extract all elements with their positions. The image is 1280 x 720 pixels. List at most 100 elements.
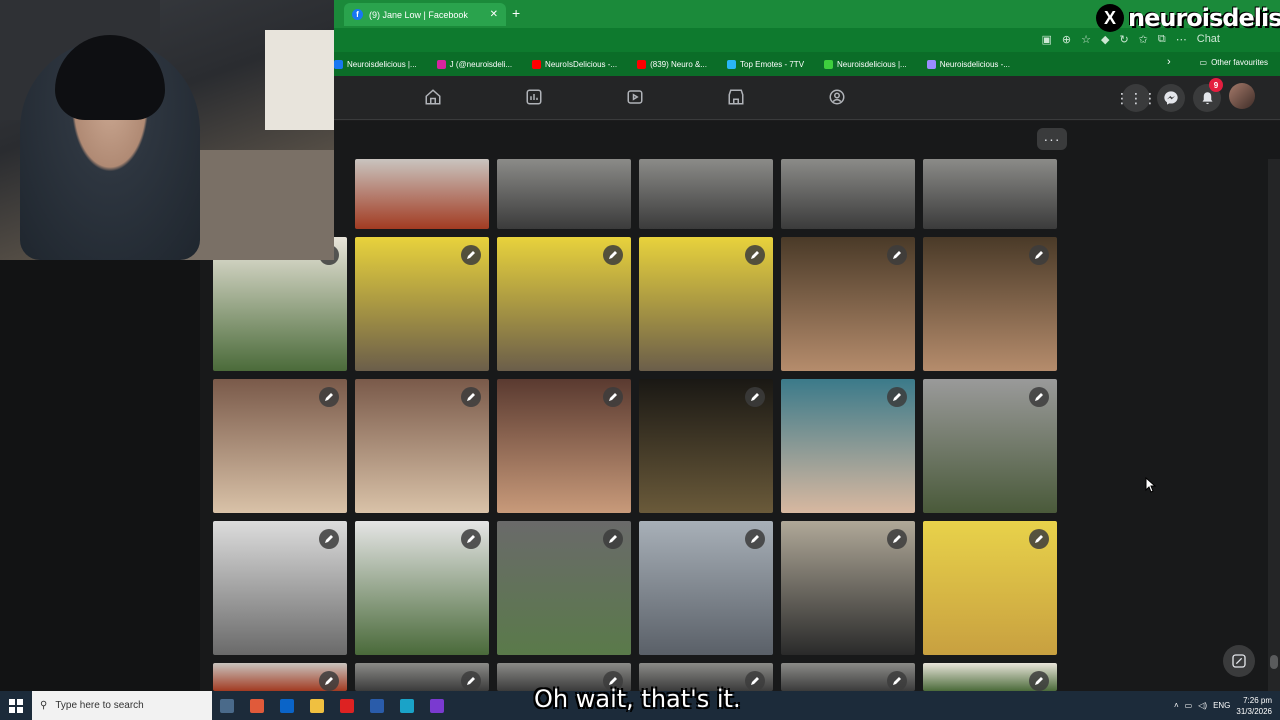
edit-photo-button[interactable] — [745, 245, 765, 265]
scrollbar-thumb[interactable] — [1270, 655, 1278, 669]
edit-photo-button[interactable] — [745, 671, 765, 691]
photo-thumbnail[interactable] — [497, 237, 631, 371]
channel-watermark: X neuroisdelish — [1096, 4, 1280, 32]
language-indicator[interactable]: ENG — [1213, 701, 1230, 710]
photo-thumbnail[interactable] — [781, 237, 915, 371]
word-icon[interactable] — [370, 698, 384, 713]
edit-photo-button[interactable] — [461, 671, 481, 691]
menu-grid-button[interactable]: ⋮⋮⋮ — [1115, 84, 1157, 112]
feed-icon[interactable] — [525, 88, 543, 106]
taskbar-clock[interactable]: 7:26 pm 31/3/2026 — [1236, 695, 1272, 717]
bookmarks-overflow-chevron-icon[interactable]: › — [1167, 56, 1171, 68]
bookmark-item[interactable]: NeuroIsDelicious -... — [532, 59, 617, 69]
edit-photo-button[interactable] — [603, 529, 623, 549]
photo-thumbnail[interactable] — [781, 521, 915, 655]
photo-thumbnail[interactable] — [781, 379, 915, 513]
photo-thumbnail[interactable] — [781, 663, 915, 691]
file-explorer-icon[interactable] — [310, 698, 324, 713]
photo-thumbnail[interactable] — [497, 521, 631, 655]
edit-photo-button[interactable] — [1029, 387, 1049, 407]
task-view-icon[interactable] — [220, 698, 234, 713]
reader-icon[interactable]: ▣ — [1041, 33, 1051, 46]
browser-menu-icon[interactable]: ⋯ — [1176, 33, 1187, 46]
chat-button[interactable]: Chat — [1197, 33, 1220, 46]
app-icon[interactable] — [280, 698, 294, 713]
edit-photo-button[interactable] — [887, 245, 907, 265]
volume-icon[interactable]: ◁) — [1198, 701, 1207, 710]
edit-photo-button[interactable] — [461, 245, 481, 265]
photo-thumbnail[interactable] — [497, 379, 631, 513]
compose-message-button[interactable] — [1223, 645, 1255, 677]
extension-icon[interactable]: ◆ — [1101, 33, 1109, 46]
edit-photo-button[interactable] — [319, 671, 339, 691]
taskbar-search[interactable]: ⚲ Type here to search — [32, 691, 212, 720]
edit-photo-button[interactable] — [1029, 671, 1049, 691]
bookmark-item[interactable]: Top Emotes - 7TV — [727, 59, 804, 69]
bookmark-item[interactable]: J (@neuroisdeli... — [436, 59, 512, 69]
network-icon[interactable]: ▭ — [1185, 701, 1193, 710]
edit-photo-button[interactable] — [319, 529, 339, 549]
clock-time: 7:26 pm — [1243, 695, 1272, 705]
photo-thumbnail[interactable] — [639, 521, 773, 655]
photo-thumbnail[interactable] — [497, 159, 631, 229]
edit-photo-button[interactable] — [319, 387, 339, 407]
photo-thumbnail[interactable] — [639, 379, 773, 513]
photo-thumbnail[interactable] — [923, 159, 1057, 229]
more-options-button[interactable]: ··· — [1037, 128, 1067, 150]
new-tab-button[interactable]: + — [512, 5, 520, 21]
bookmark-item[interactable]: (839) Neuro &... — [637, 59, 707, 69]
profile-avatar[interactable] — [1229, 83, 1255, 109]
favourite-star-icon[interactable]: ☆ — [1081, 33, 1091, 46]
edge-icon[interactable] — [400, 698, 414, 713]
bookmark-item[interactable]: Neuroisdelicious |... — [824, 59, 907, 69]
zoom-icon[interactable]: ⊕ — [1062, 33, 1071, 46]
photo-thumbnail[interactable] — [213, 379, 347, 513]
photo-thumbnail[interactable] — [355, 663, 489, 691]
marketplace-icon[interactable] — [727, 88, 745, 106]
app-icon[interactable] — [250, 698, 264, 713]
video-icon[interactable] — [626, 88, 644, 106]
photo-thumbnail[interactable] — [355, 159, 489, 229]
page-scrollbar[interactable] — [1268, 159, 1280, 691]
clock-date: 31/3/2026 — [1236, 706, 1272, 716]
photo-thumbnail[interactable] — [213, 663, 347, 691]
photo-thumbnail[interactable] — [639, 237, 773, 371]
tab-close-icon[interactable]: ✕ — [490, 9, 498, 20]
app-icon[interactable] — [430, 698, 444, 713]
photo-thumbnail[interactable] — [923, 663, 1057, 691]
refresh-icon[interactable]: ↻ — [1119, 33, 1128, 46]
edit-photo-button[interactable] — [461, 387, 481, 407]
edit-photo-button[interactable] — [461, 529, 481, 549]
collections-icon[interactable]: ⧉ — [1158, 33, 1166, 46]
photo-thumbnail[interactable] — [639, 159, 773, 229]
photo-thumbnail[interactable] — [923, 521, 1057, 655]
edit-photo-button[interactable] — [887, 387, 907, 407]
edit-photo-button[interactable] — [603, 387, 623, 407]
edit-photo-button[interactable] — [745, 387, 765, 407]
edit-photo-button[interactable] — [1029, 245, 1049, 265]
edit-photo-button[interactable] — [603, 245, 623, 265]
photo-thumbnail[interactable] — [213, 521, 347, 655]
edit-photo-button[interactable] — [745, 529, 765, 549]
edit-photo-button[interactable] — [887, 671, 907, 691]
photo-thumbnail[interactable] — [355, 237, 489, 371]
photo-thumbnail[interactable] — [923, 237, 1057, 371]
photo-thumbnail[interactable] — [781, 159, 915, 229]
browser-tab-facebook[interactable]: f (9) Jane Low | Facebook ✕ — [344, 3, 506, 26]
tray-chevron-icon[interactable]: ˄ — [1174, 701, 1179, 710]
messenger-button[interactable] — [1157, 84, 1185, 112]
other-favourites[interactable]: ▭ Other favourites — [1200, 58, 1268, 67]
photo-thumbnail[interactable] — [355, 379, 489, 513]
bookmark-item[interactable]: Neuroisdelicious -... — [926, 59, 1010, 69]
photo-thumbnail[interactable] — [355, 521, 489, 655]
webcam-overlay — [0, 0, 334, 260]
start-button[interactable] — [0, 691, 32, 720]
bookmark-item[interactable]: Neuroisdelicious |... — [334, 59, 417, 69]
home-icon[interactable] — [424, 88, 442, 106]
edit-photo-button[interactable] — [887, 529, 907, 549]
acrobat-icon[interactable] — [340, 698, 354, 713]
favourites-icon[interactable]: ✩ — [1139, 33, 1148, 46]
photo-thumbnail[interactable] — [923, 379, 1057, 513]
edit-photo-button[interactable] — [1029, 529, 1049, 549]
groups-icon[interactable] — [828, 88, 846, 106]
